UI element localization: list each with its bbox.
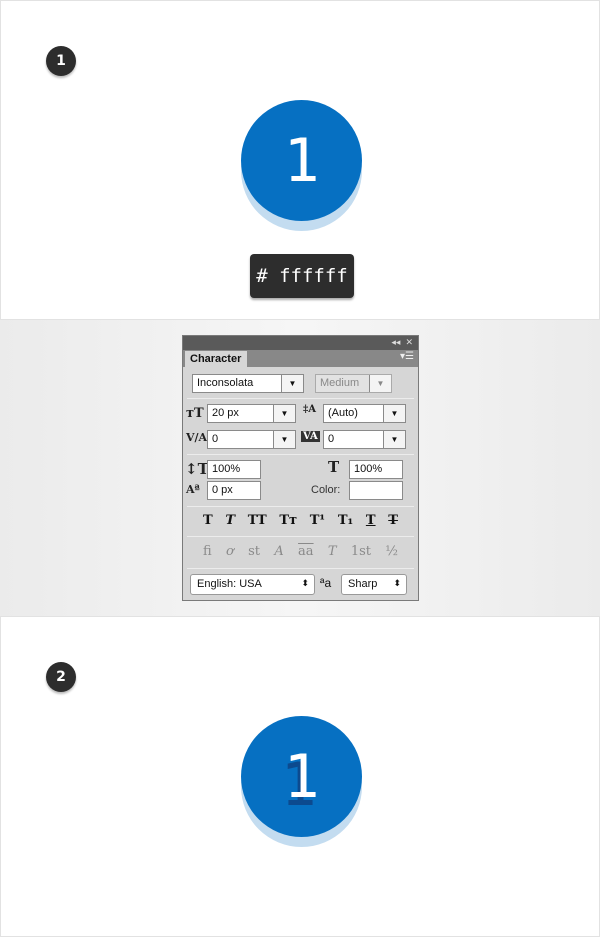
font-size-icon: ᴛT bbox=[186, 406, 204, 421]
step-2-section: 2 1 bbox=[0, 616, 600, 937]
updown-icon: ⬍ bbox=[393, 578, 401, 588]
panel-titlebar[interactable]: ◂◂ ✕ bbox=[183, 336, 418, 350]
discretionary-ligatures-button[interactable]: st bbox=[248, 544, 260, 559]
updown-icon: ⬍ bbox=[301, 578, 309, 588]
stylistic-alternates-button[interactable]: aa bbox=[298, 544, 314, 559]
antialias-icon: ªa bbox=[320, 576, 332, 590]
horizontal-scale-input[interactable]: 100% bbox=[349, 460, 403, 479]
font-style-select[interactable]: Medium ▼ bbox=[315, 374, 392, 393]
horizontal-scale-icon: T bbox=[328, 458, 340, 476]
small-caps-button[interactable]: Tт bbox=[279, 513, 297, 528]
color-label: Color: bbox=[311, 484, 341, 496]
circle-number: 1 bbox=[283, 741, 320, 812]
chevron-down-icon: ▼ bbox=[273, 405, 295, 422]
chevron-down-icon: ▼ bbox=[273, 431, 295, 448]
tracking-select[interactable]: 0 ▼ bbox=[323, 430, 406, 449]
color-label: # ffffff bbox=[250, 254, 354, 298]
step-number-badge: 2 bbox=[46, 662, 76, 692]
ligatures-button[interactable]: ﬁ bbox=[203, 544, 212, 559]
language-select[interactable]: English: USA ⬍ bbox=[190, 574, 315, 595]
kerning-select[interactable]: 0 ▼ bbox=[207, 430, 296, 449]
titling-button[interactable]: T bbox=[328, 544, 337, 559]
character-panel: ◂◂ ✕ Character ▾☰ Inconsolata ▼ Medium ▼ ᴛT… bbox=[182, 335, 419, 601]
style-buttons: T T TT Tт T¹ T₁ T T bbox=[203, 513, 398, 528]
subscript-button[interactable]: T₁ bbox=[338, 513, 353, 528]
opentype-buttons: ﬁ ơ st A aa T 1st ½ bbox=[203, 544, 398, 559]
number-circle: 1 bbox=[241, 716, 362, 837]
collapse-icon[interactable]: ◂◂ bbox=[391, 337, 400, 347]
ordinals-button[interactable]: 1st bbox=[351, 544, 371, 559]
faux-bold-button[interactable]: T bbox=[203, 513, 213, 528]
underline-button[interactable]: T bbox=[366, 513, 376, 528]
chevron-down-icon: ▼ bbox=[281, 375, 303, 392]
chevron-down-icon: ▼ bbox=[369, 375, 391, 392]
leading-icon: ‡A bbox=[303, 404, 316, 415]
number-circle: 1 bbox=[241, 100, 362, 221]
chevron-down-icon: ▼ bbox=[383, 405, 405, 422]
baseline-shift-icon: Aª bbox=[186, 483, 200, 496]
close-icon[interactable]: ✕ bbox=[405, 337, 413, 347]
vertical-scale-input[interactable]: 100% bbox=[207, 460, 261, 479]
faux-italic-button[interactable]: T bbox=[225, 513, 235, 528]
leading-select[interactable]: (Auto) ▼ bbox=[323, 404, 406, 423]
font-family-select[interactable]: Inconsolata ▼ bbox=[192, 374, 304, 393]
antialias-select[interactable]: Sharp ⬍ bbox=[341, 574, 407, 595]
tab-character[interactable]: Character bbox=[185, 351, 247, 367]
kerning-icon: V/A bbox=[186, 431, 208, 444]
step-number-badge: 1 bbox=[46, 46, 76, 76]
color-swatch[interactable] bbox=[349, 481, 403, 500]
swash-button[interactable]: A bbox=[274, 544, 283, 559]
step-1-section: 1 1 # ffffff bbox=[0, 0, 600, 320]
strikethrough-button[interactable]: T bbox=[388, 513, 398, 528]
tracking-icon: VA bbox=[301, 431, 320, 442]
vertical-scale-icon: ↕T bbox=[185, 460, 209, 478]
fractions-button[interactable]: ½ bbox=[385, 544, 398, 559]
old-style-button[interactable]: ơ bbox=[226, 544, 234, 559]
panel-menu-icon[interactable]: ▾☰ bbox=[400, 351, 414, 362]
baseline-shift-input[interactable]: 0 px bbox=[207, 481, 261, 500]
superscript-button[interactable]: T¹ bbox=[310, 513, 325, 528]
all-caps-button[interactable]: TT bbox=[248, 513, 267, 528]
circle-number: 1 bbox=[283, 125, 320, 196]
font-size-select[interactable]: 20 px ▼ bbox=[207, 404, 296, 423]
chevron-down-icon: ▼ bbox=[383, 431, 405, 448]
